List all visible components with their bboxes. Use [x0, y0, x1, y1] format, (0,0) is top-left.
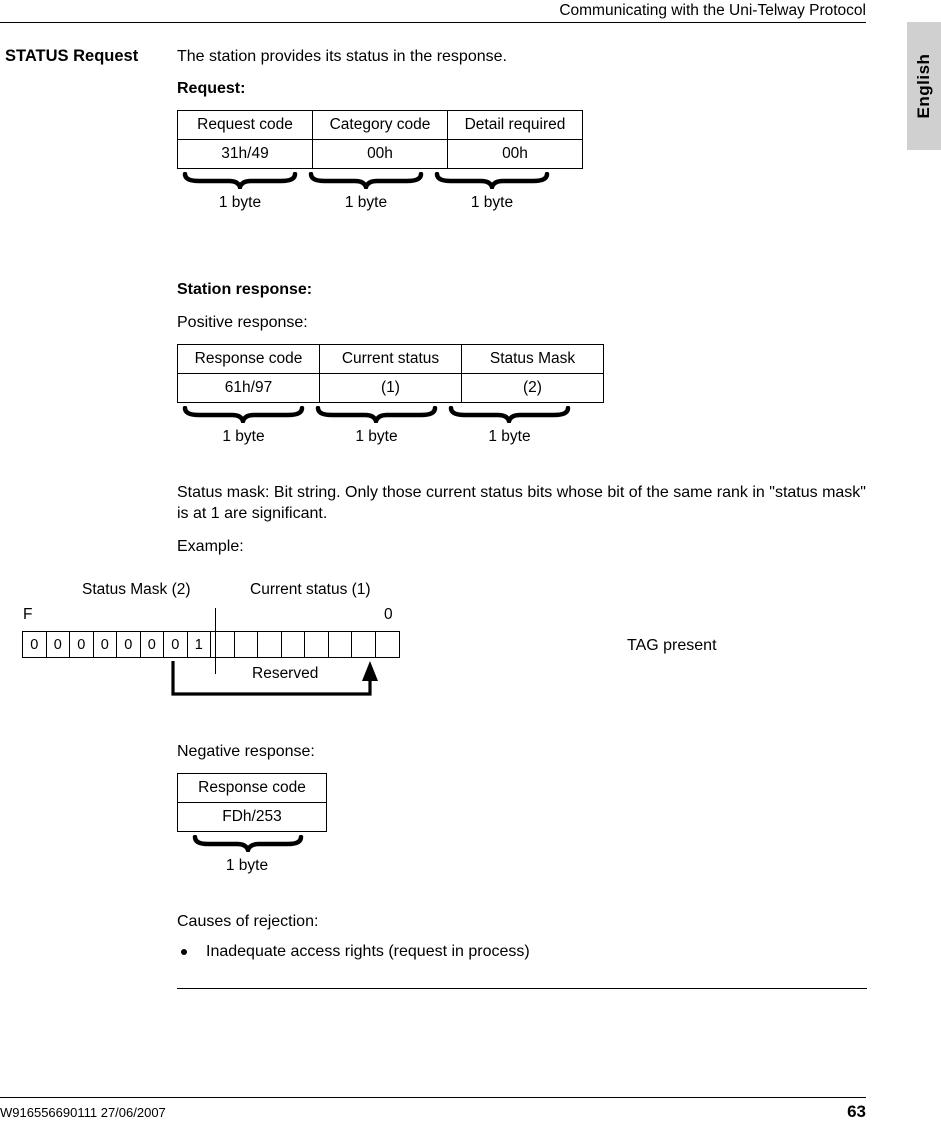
- bit-cell: [258, 632, 282, 657]
- table-cell-header: Current status: [319, 344, 462, 374]
- brace-icon: [192, 835, 304, 852]
- bit-cell: [305, 632, 329, 657]
- bit-cell: [376, 632, 400, 657]
- bitfield-tag-present-label: TAG present: [627, 637, 717, 654]
- table-cell-header: Status Mask: [461, 344, 604, 374]
- tag-present-pointer: [171, 661, 378, 696]
- intro-paragraph: The station provides its status in the r…: [177, 48, 507, 65]
- list-item: Inadequate access rights (request in pro…: [177, 941, 530, 962]
- positive-response-label: Positive response:: [177, 314, 308, 331]
- byte-brace-label: 1 byte: [470, 194, 514, 211]
- byte-brace-label: 1 byte: [225, 857, 269, 874]
- byte-brace-label: 1 byte: [355, 428, 398, 445]
- bit-cell: 0: [23, 632, 47, 657]
- byte-brace-group: 1 byte: [177, 406, 310, 446]
- table-cell-value: 00h: [312, 139, 448, 169]
- bitfield-reserved-label: Reserved: [252, 665, 319, 682]
- footer-divider: [0, 1097, 866, 1098]
- language-side-tab-label: English: [914, 53, 933, 119]
- table-row-header: Response code: [177, 773, 327, 803]
- table-row-header: Response code Current status Status Mask: [177, 344, 604, 374]
- list-item-label: Inadequate access rights (request in pro…: [206, 943, 530, 960]
- bitfield-group-label-status: Current status (1): [250, 581, 371, 598]
- footer-document-id: W916556690111 27/06/2007: [0, 1105, 166, 1120]
- positive-response-frame-table: Response code Current status Status Mask…: [177, 344, 604, 403]
- bitfield-lsb-label: 0: [384, 606, 393, 623]
- table-row-value: 31h/49 00h 00h: [177, 139, 583, 169]
- bitfield-msb-label: F: [23, 606, 33, 623]
- table-cell-value: 61h/97: [177, 373, 320, 403]
- bitfield-group-label-mask: Status Mask (2): [82, 581, 191, 598]
- bit-cell: [282, 632, 305, 657]
- request-frame-table: Request code Category code Detail requir…: [177, 110, 583, 169]
- byte-brace-group: 1 byte: [443, 406, 576, 446]
- table-cell-value: (2): [461, 373, 604, 403]
- status-bit-field-diagram: Status Mask (2) Current status (1) F 0 0…: [22, 575, 717, 700]
- bit-cell: [235, 632, 258, 657]
- table-cell-header: Detail required: [447, 110, 583, 140]
- bullet-icon: [181, 949, 187, 955]
- table-row-value: FDh/253: [177, 802, 327, 832]
- table-cell-header: Request code: [177, 110, 313, 140]
- request-byte-braces: 1 byte 1 byte 1 byte: [177, 172, 555, 212]
- bitfield-cells: 0 0 0 0 0 0 0 1: [22, 631, 400, 658]
- bit-cell: 0: [94, 632, 117, 657]
- byte-brace-label: 1 byte: [218, 194, 262, 211]
- bit-cell: 0: [47, 632, 70, 657]
- bit-cell: 0: [70, 632, 94, 657]
- table-cell-value: FDh/253: [177, 802, 327, 832]
- table-cell-header: Response code: [177, 344, 320, 374]
- byte-brace-label: 1 byte: [344, 194, 388, 211]
- table-cell-header: Response code: [177, 773, 327, 803]
- station-response-heading: Station response:: [177, 281, 313, 298]
- bit-cell: [329, 632, 352, 657]
- brace-icon: [315, 406, 438, 423]
- brace-icon: [448, 406, 571, 423]
- bit-cell: 1: [188, 632, 211, 657]
- table-row-value: 61h/97 (1) (2): [177, 373, 604, 403]
- language-side-tab: English: [907, 22, 941, 150]
- table-cell-header: Category code: [312, 110, 448, 140]
- byte-brace-label: 1 byte: [488, 428, 531, 445]
- bit-cell: [352, 632, 376, 657]
- byte-brace-group: 1 byte: [177, 172, 303, 212]
- footer-page-number: 63: [847, 1102, 866, 1121]
- byte-brace-group: 1 byte: [177, 835, 317, 875]
- byte-brace-group: 1 byte: [429, 172, 555, 212]
- table-row-header: Request code Category code Detail requir…: [177, 110, 583, 140]
- byte-brace-group: 1 byte: [303, 172, 429, 212]
- negative-byte-braces: 1 byte: [177, 835, 317, 875]
- table-cell-value: 00h: [447, 139, 583, 169]
- bit-cell: 0: [117, 632, 141, 657]
- status-mask-description: Status mask: Bit string. Only those curr…: [177, 484, 866, 522]
- table-cell-value: 31h/49: [177, 139, 313, 169]
- brace-icon: [308, 172, 424, 189]
- bit-cell: [211, 632, 235, 657]
- section-margin-heading: STATUS Request: [5, 47, 139, 65]
- byte-brace-group: 1 byte: [310, 406, 443, 446]
- example-label: Example:: [177, 538, 244, 555]
- table-cell-value: (1): [319, 373, 462, 403]
- request-heading: Request:: [177, 80, 246, 97]
- page-header: Communicating with the Uni-Telway Protoc…: [559, 2, 866, 19]
- causes-of-rejection-label: Causes of rejection:: [177, 913, 319, 930]
- header-divider: [0, 22, 866, 23]
- brace-icon: [182, 172, 298, 189]
- negative-response-label: Negative response:: [177, 743, 315, 760]
- byte-brace-label: 1 byte: [222, 428, 265, 445]
- brace-icon: [182, 406, 305, 423]
- negative-response-frame-table: Response code FDh/253: [177, 773, 327, 832]
- bit-cell: 0: [164, 632, 188, 657]
- bit-cell: 0: [141, 632, 164, 657]
- response-byte-braces: 1 byte 1 byte 1 byte: [177, 406, 576, 446]
- brace-icon: [434, 172, 550, 189]
- section-end-divider: [177, 988, 867, 989]
- causes-of-rejection-list: Inadequate access rights (request in pro…: [177, 941, 530, 962]
